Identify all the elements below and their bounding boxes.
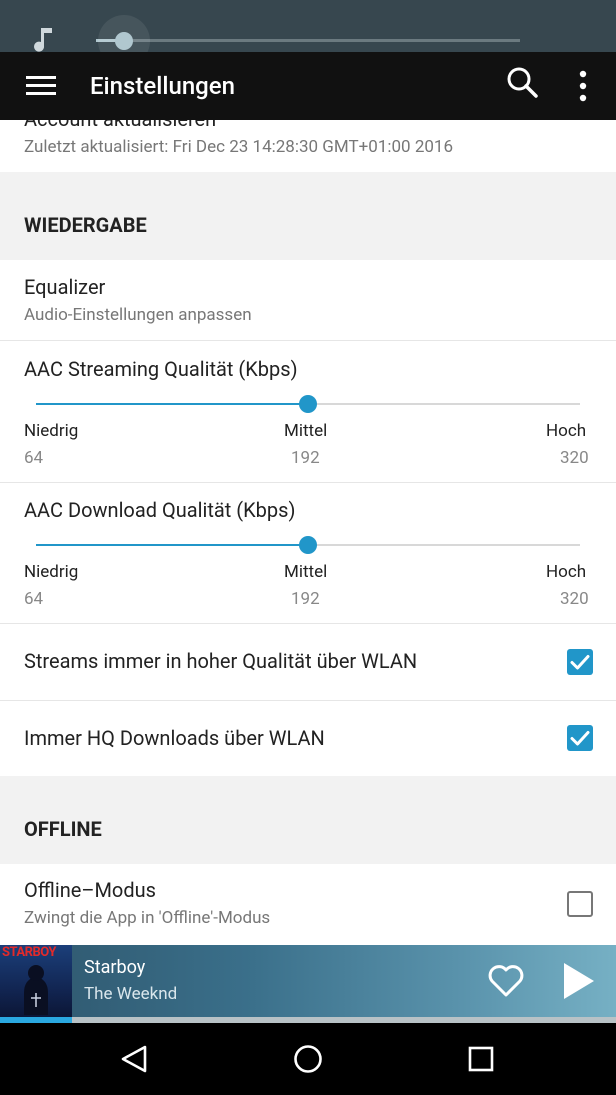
album-art-logo: STARBOY bbox=[2, 945, 56, 960]
wifi-streams-item[interactable]: Streams immer in hoher Qualität über WLA… bbox=[0, 624, 616, 700]
back-triangle-icon[interactable] bbox=[118, 1043, 150, 1075]
offline-mode-subtitle: Zwingt die App in 'Offline'-Modus bbox=[24, 908, 271, 928]
offline-mode-item[interactable]: Offline–Modus Zwingt die App in 'Offline… bbox=[0, 864, 616, 945]
account-refresh-item[interactable]: Account aktualisieren Zuletzt aktualisie… bbox=[0, 120, 616, 172]
mini-player[interactable]: STARBOY Starboy The Weeknd bbox=[0, 945, 616, 1017]
download-quality-slider[interactable] bbox=[36, 536, 580, 554]
streaming-low-label: Niedrig bbox=[24, 421, 79, 441]
download-high-label: Hoch bbox=[546, 562, 587, 582]
album-art: STARBOY bbox=[0, 945, 72, 1017]
now-playing-artist: The Weeknd bbox=[84, 984, 178, 1004]
home-circle-icon[interactable] bbox=[292, 1043, 324, 1075]
offline-card: Offline–Modus Zwingt die App in 'Offline… bbox=[0, 864, 616, 945]
download-high-value: 320 bbox=[560, 589, 589, 609]
divider bbox=[0, 340, 616, 341]
equalizer-subtitle: Audio-Einstellungen anpassen bbox=[24, 305, 252, 325]
streaming-low-value: 64 bbox=[24, 448, 44, 468]
play-icon[interactable] bbox=[558, 961, 598, 1001]
status-bar bbox=[0, 0, 616, 67]
status-seek-track[interactable] bbox=[96, 39, 520, 42]
streaming-high-label: Hoch bbox=[546, 421, 587, 441]
wifi-streams-checkbox[interactable] bbox=[567, 649, 593, 675]
streaming-mid-label: Mittel bbox=[284, 421, 328, 441]
album-art-figure bbox=[24, 965, 48, 1015]
system-nav-bar bbox=[0, 1023, 616, 1095]
music-note-icon bbox=[34, 28, 52, 52]
wifi-downloads-checkbox[interactable] bbox=[567, 725, 593, 751]
slider-thumb[interactable] bbox=[299, 536, 317, 554]
page-title: Einstellungen bbox=[90, 72, 235, 100]
now-playing-title: Starboy bbox=[84, 957, 146, 978]
section-header-offline: OFFLINE bbox=[24, 817, 102, 841]
playback-card: Equalizer Audio-Einstellungen anpassen A… bbox=[0, 260, 616, 776]
download-low-value: 64 bbox=[24, 589, 44, 609]
hamburger-menu-icon[interactable] bbox=[26, 72, 56, 100]
download-quality-title: AAC Download Qualität (Kbps) bbox=[24, 498, 296, 522]
heart-icon[interactable] bbox=[486, 961, 526, 1001]
settings-list[interactable]: Account aktualisieren Zuletzt aktualisie… bbox=[0, 120, 616, 945]
slider-thumb[interactable] bbox=[299, 395, 317, 413]
download-mid-value: 192 bbox=[291, 589, 320, 609]
account-title: Account aktualisieren bbox=[24, 120, 216, 131]
wifi-downloads-label: Immer HQ Downloads über WLAN bbox=[24, 726, 325, 750]
equalizer-title: Equalizer bbox=[24, 275, 106, 299]
wifi-downloads-item[interactable]: Immer HQ Downloads über WLAN bbox=[0, 701, 616, 776]
slider-fill bbox=[36, 544, 308, 546]
account-subtitle: Zuletzt aktualisiert: Fri Dec 23 14:28:3… bbox=[24, 137, 454, 157]
recents-square-icon[interactable] bbox=[465, 1043, 497, 1075]
streaming-mid-value: 192 bbox=[291, 448, 320, 468]
streaming-quality-title: AAC Streaming Qualität (Kbps) bbox=[24, 357, 298, 381]
offline-mode-checkbox[interactable] bbox=[567, 891, 593, 917]
download-low-label: Niedrig bbox=[24, 562, 79, 582]
download-mid-label: Mittel bbox=[284, 562, 328, 582]
status-seek-thumb[interactable] bbox=[115, 32, 133, 50]
more-vert-icon[interactable] bbox=[568, 66, 598, 106]
search-icon[interactable] bbox=[504, 64, 540, 100]
slider-fill bbox=[36, 403, 308, 405]
equalizer-item[interactable]: Equalizer Audio-Einstellungen anpassen bbox=[0, 260, 616, 340]
divider bbox=[0, 482, 616, 483]
app-bar: Einstellungen bbox=[0, 52, 616, 120]
streaming-high-value: 320 bbox=[560, 448, 589, 468]
offline-mode-title: Offline–Modus bbox=[24, 878, 156, 902]
wifi-streams-label: Streams immer in hoher Qualität über WLA… bbox=[24, 649, 418, 673]
streaming-quality-slider[interactable] bbox=[36, 395, 580, 413]
section-header-playback: WIEDERGABE bbox=[24, 213, 147, 237]
